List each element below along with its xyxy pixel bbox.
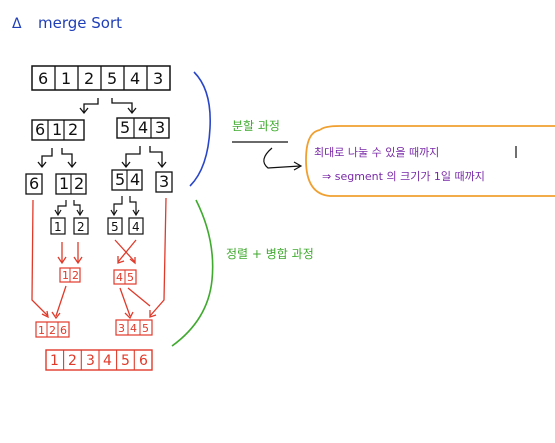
merge1-cell: 1 (62, 269, 69, 282)
divide-bracket (189, 71, 211, 187)
split2-cell: 6 (29, 174, 39, 193)
merge2-array: 3 4 5 (115, 319, 153, 336)
result-cell: 6 (139, 353, 148, 369)
split2-arrows (37, 146, 167, 169)
merge1-array: 4 5 (113, 269, 137, 285)
merge2-cell: 4 (130, 322, 137, 335)
split2-cell: 2 (74, 174, 84, 193)
root-cell: 5 (107, 69, 117, 88)
merge2-array: 1 2 6 (35, 321, 70, 338)
split1-left-cell: 2 (68, 120, 78, 139)
result-cell: 3 (86, 353, 95, 369)
merge1-arrows (57, 239, 137, 265)
merge1-array: 1 2 (59, 267, 81, 283)
result-cell: 2 (68, 353, 77, 369)
split1-right-array: 5 4 3 (116, 117, 170, 139)
split1-right-cell: 3 (155, 118, 165, 137)
split1-right-cell: 4 (138, 118, 148, 137)
diagram-canvas: Δ merge Sort 6 1 2 5 4 3 6 1 2 5 4 3 6 1… (12, 14, 555, 371)
root-array: 6 1 2 5 4 3 (31, 65, 171, 91)
split1-left-cell: 1 (52, 120, 62, 139)
merge2-arrows (31, 197, 167, 320)
title-marker: Δ (12, 16, 22, 32)
split3-cell: 5 (111, 220, 119, 234)
split1-right-cell: 5 (120, 118, 130, 137)
merge2-cell: 3 (118, 322, 125, 335)
split2-array: 6 (25, 173, 43, 195)
split3-arrows (54, 196, 140, 217)
merge2-cell: 2 (49, 324, 56, 337)
split1-left-cell: 6 (35, 120, 45, 139)
merge1-cell: 2 (72, 269, 79, 282)
split3-cell: 1 (54, 220, 62, 234)
split3-cell: 2 (77, 220, 85, 234)
merge2-cell: 6 (60, 324, 67, 337)
merge-bracket (171, 199, 214, 347)
split2-array: 1 2 (55, 173, 87, 195)
note-line1: 최대로 나눌 수 있을 때까지 (314, 146, 439, 159)
split2-cell: 4 (130, 170, 140, 189)
result-array: 1 2 3 4 5 6 (45, 349, 153, 371)
split1-left-array: 6 1 2 (31, 119, 85, 141)
note-pointer (263, 147, 301, 169)
merge2-cell: 1 (38, 324, 45, 337)
merge-sort-diagram: Δ merge Sort 6 1 2 5 4 3 6 1 2 5 4 3 6 1… (0, 0, 555, 443)
root-cell: 6 (38, 69, 48, 88)
root-cell: 3 (153, 69, 163, 88)
merge1-cell: 5 (127, 271, 134, 284)
split2-cell: 5 (115, 170, 125, 189)
split3-cell: 4 (132, 220, 140, 234)
divide-label: 분할 과정 (232, 119, 280, 133)
merge1-cell: 4 (116, 271, 123, 284)
root-cell: 4 (130, 69, 140, 88)
result-cell: 4 (103, 353, 112, 369)
note-bubble (305, 125, 555, 197)
split3-cells: 1 2 5 4 (50, 217, 144, 235)
page-title: merge Sort (38, 14, 122, 32)
root-cell: 1 (61, 69, 71, 88)
result-cell: 5 (121, 353, 130, 369)
split2-array: 5 4 (111, 169, 143, 191)
root-cell: 2 (84, 69, 94, 88)
split2-array: 3 (155, 171, 173, 193)
merge2-cell: 5 (142, 322, 149, 335)
result-cell: 1 (50, 353, 59, 369)
split2-cell: 3 (159, 172, 169, 191)
note-line2: ⇒ segment 의 크기가 1일 때까지 (322, 169, 485, 183)
split1-arrows (79, 98, 137, 115)
split2-cell: 1 (59, 174, 69, 193)
merge-label: 정렬 + 병합 과정 (226, 247, 314, 261)
